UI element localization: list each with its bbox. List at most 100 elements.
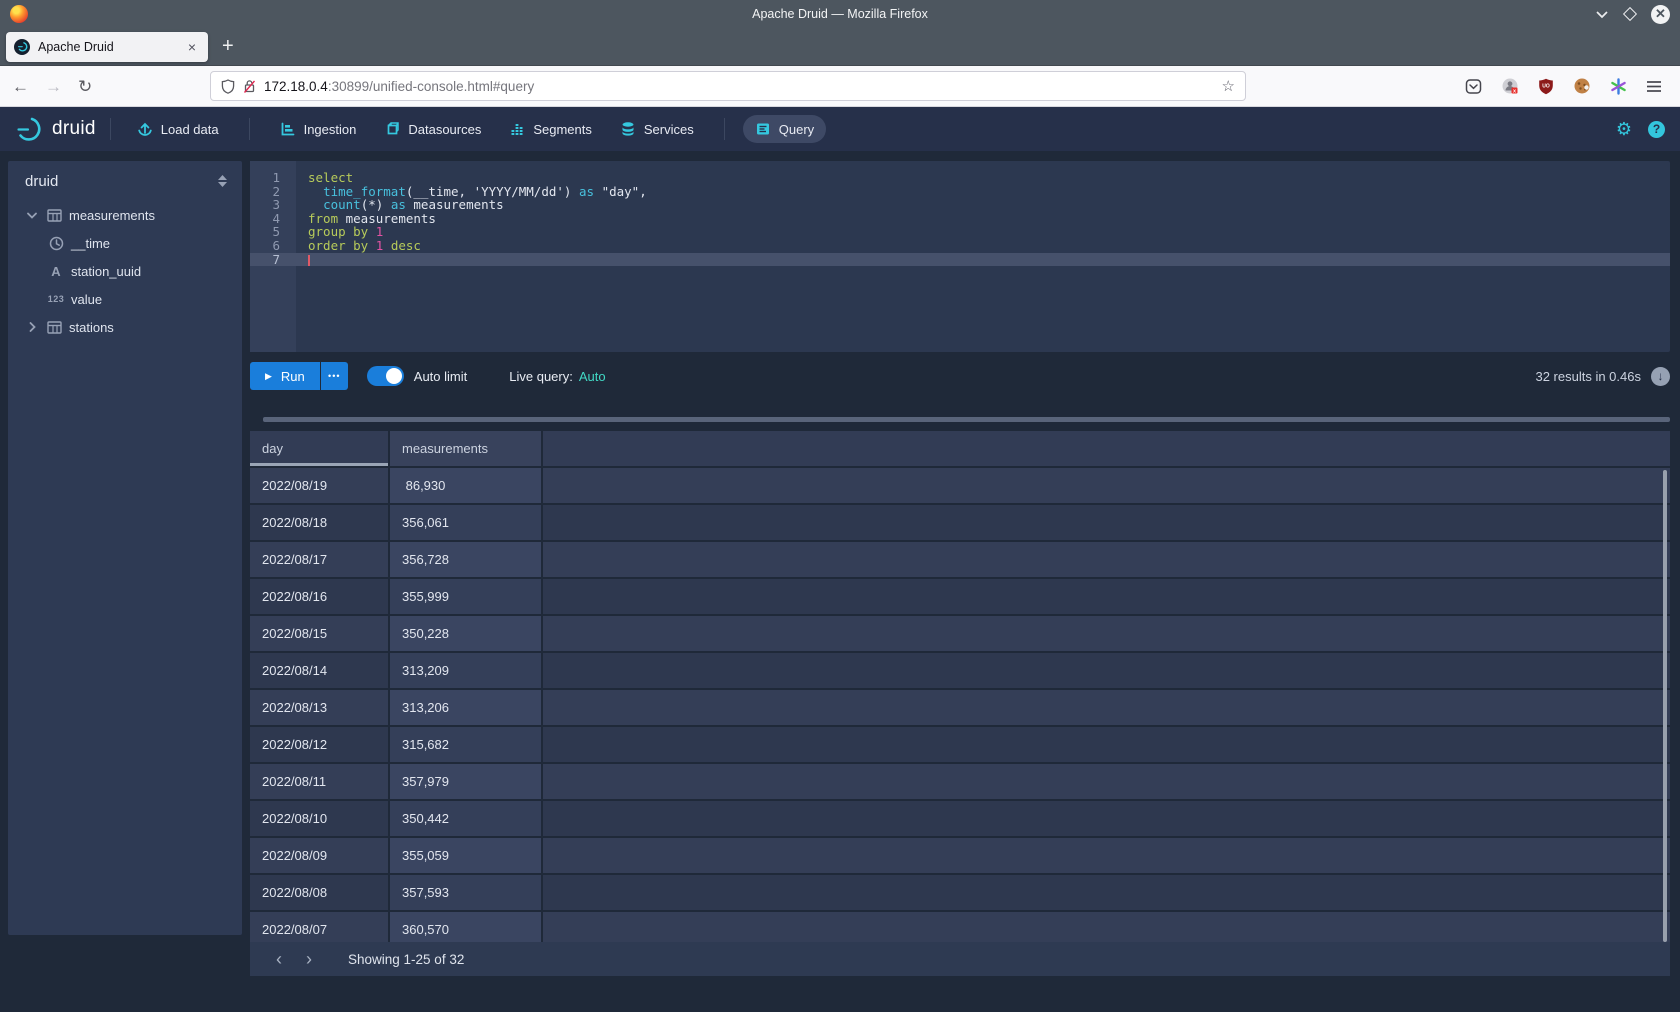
editor-line-7[interactable]: 7 (250, 253, 1670, 267)
new-tab-button[interactable]: + (222, 35, 234, 58)
cell-measurements[interactable]: 313,206 (390, 690, 541, 725)
cell-day[interactable]: 2022/08/15 (250, 616, 388, 651)
live-query-value[interactable]: Auto (579, 369, 606, 384)
run-more-button[interactable]: ••• (321, 362, 348, 390)
cell-measurements[interactable]: 86,930 (390, 468, 541, 503)
code-text (296, 253, 310, 267)
cell-measurements[interactable]: 313,209 (390, 653, 541, 688)
auto-limit-toggle[interactable] (367, 366, 404, 386)
cell-day[interactable]: 2022/08/12 (250, 727, 388, 762)
druid-logo-icon (15, 116, 45, 142)
chevron-right-icon[interactable] (25, 322, 39, 332)
code-text: order by 1 desc (296, 239, 421, 253)
run-button[interactable]: ▶ Run (250, 362, 320, 390)
window-minimize-icon[interactable] (1595, 10, 1609, 19)
play-icon: ▶ (265, 371, 272, 382)
privacy-badger-icon[interactable]: x (1501, 77, 1519, 95)
ublock-origin-icon[interactable]: UO (1538, 78, 1554, 95)
tab-strip: Apache Druid × + (0, 28, 1680, 66)
pagination-bar: ‹ › Showing 1-25 of 32 (250, 942, 1670, 976)
tree-column-station_uuid[interactable]: Astation_uuid (8, 257, 242, 285)
cell-filler (543, 579, 1670, 614)
editor-line-2[interactable]: 2 time_format(__time, 'YYYY/MM/dd') as "… (250, 185, 1670, 199)
help-icon[interactable]: ? (1648, 121, 1665, 138)
editor-line-5[interactable]: 5group by 1 (250, 225, 1670, 239)
settings-gear-icon[interactable]: ⚙ (1616, 120, 1632, 138)
cell-measurements[interactable]: 350,228 (390, 616, 541, 651)
cell-measurements[interactable]: 356,061 (390, 505, 541, 540)
cell-day[interactable]: 2022/08/17 (250, 542, 388, 577)
tree-node-stations[interactable]: stations (8, 313, 242, 341)
tree-column-value[interactable]: 123value (8, 285, 242, 313)
code-text: group by 1 (296, 225, 383, 239)
window-maximize-icon[interactable] (1625, 9, 1635, 19)
cell-day[interactable]: 2022/08/10 (250, 801, 388, 836)
cell-measurements[interactable]: 357,593 (390, 875, 541, 910)
column-header-measurements[interactable]: measurements (390, 431, 541, 466)
number-icon: 123 (48, 294, 65, 304)
editor-line-6[interactable]: 6order by 1 desc (250, 239, 1670, 253)
cell-day[interactable]: 2022/08/16 (250, 579, 388, 614)
nav-item-segments[interactable]: Segments (497, 115, 604, 143)
extension-asterisk-icon[interactable] (1610, 78, 1627, 95)
cell-measurements[interactable]: 355,999 (390, 579, 541, 614)
tab-close-icon[interactable]: × (184, 39, 200, 55)
tree-node-measurements[interactable]: measurements (8, 201, 242, 229)
nav-item-query[interactable]: Query (743, 115, 826, 143)
reload-icon[interactable]: ↻ (78, 78, 92, 95)
tree-column-label: station_uuid (71, 264, 141, 279)
cell-measurements[interactable]: 357,979 (390, 764, 541, 799)
vertical-scrollbar[interactable] (1663, 470, 1667, 942)
cell-day[interactable]: 2022/08/09 (250, 838, 388, 873)
horizontal-scrollbar[interactable] (263, 417, 1670, 422)
nav-item-load-data[interactable]: Load data (125, 115, 231, 143)
druid-logo-text: druid (52, 118, 96, 140)
next-page-icon[interactable]: › (294, 949, 324, 970)
sort-double-caret-icon[interactable] (217, 174, 228, 188)
cell-day[interactable]: 2022/08/18 (250, 505, 388, 540)
insecure-lock-icon[interactable] (243, 79, 256, 94)
forward-icon[interactable]: → (45, 78, 62, 95)
editor-line-1[interactable]: 1select (250, 171, 1670, 185)
sql-editor[interactable]: 1select2 time_format(__time, 'YYYY/MM/dd… (250, 161, 1670, 352)
column-header-day[interactable]: day (250, 431, 388, 466)
editor-line-3[interactable]: 3 count(*) as measurements (250, 198, 1670, 212)
cell-filler (543, 912, 1670, 942)
nav-item-services[interactable]: Services (608, 115, 706, 143)
cell-day[interactable]: 2022/08/13 (250, 690, 388, 725)
url-text[interactable]: 172.18.0.4:30899/unified-console.html#qu… (264, 79, 1214, 94)
cell-day[interactable]: 2022/08/08 (250, 875, 388, 910)
browser-tab[interactable]: Apache Druid × (6, 32, 208, 62)
cell-day[interactable]: 2022/08/07 (250, 912, 388, 942)
url-bar[interactable]: 172.18.0.4:30899/unified-console.html#qu… (210, 71, 1246, 101)
shield-icon[interactable] (221, 79, 235, 94)
cookie-icon[interactable] (1573, 77, 1591, 95)
bookmark-star-icon[interactable]: ☆ (1222, 77, 1235, 95)
pocket-icon[interactable] (1465, 78, 1482, 95)
nav-item-datasources[interactable]: Datasources (372, 115, 493, 143)
token (368, 238, 376, 253)
cell-measurements[interactable]: 355,059 (390, 838, 541, 873)
cell-measurements[interactable]: 350,442 (390, 801, 541, 836)
editor-line-4[interactable]: 4from measurements (250, 212, 1670, 226)
code-text: count(*) as measurements (296, 198, 504, 212)
cell-day[interactable]: 2022/08/11 (250, 764, 388, 799)
cell-day[interactable]: 2022/08/19 (250, 468, 388, 503)
cell-day[interactable]: 2022/08/14 (250, 653, 388, 688)
chevron-down-icon[interactable] (25, 212, 39, 219)
cell-measurements[interactable]: 315,682 (390, 727, 541, 762)
menu-hamburger-icon[interactable] (1646, 80, 1662, 93)
nav-item-ingestion[interactable]: Ingestion (268, 115, 369, 143)
cell-measurements[interactable]: 360,570 (390, 912, 541, 942)
window-close-icon[interactable]: ✕ (1651, 5, 1670, 24)
line-number: 5 (250, 225, 296, 239)
tree-column-__time[interactable]: __time (8, 229, 242, 257)
token: , (639, 184, 647, 199)
download-icon[interactable]: ↓ (1651, 367, 1670, 386)
prev-page-icon[interactable]: ‹ (264, 949, 294, 970)
druid-logo[interactable]: druid (15, 116, 96, 142)
cell-filler (543, 727, 1670, 762)
back-icon[interactable]: ← (12, 78, 29, 95)
cell-measurements[interactable]: 356,728 (390, 542, 541, 577)
line-number: 1 (250, 171, 296, 185)
